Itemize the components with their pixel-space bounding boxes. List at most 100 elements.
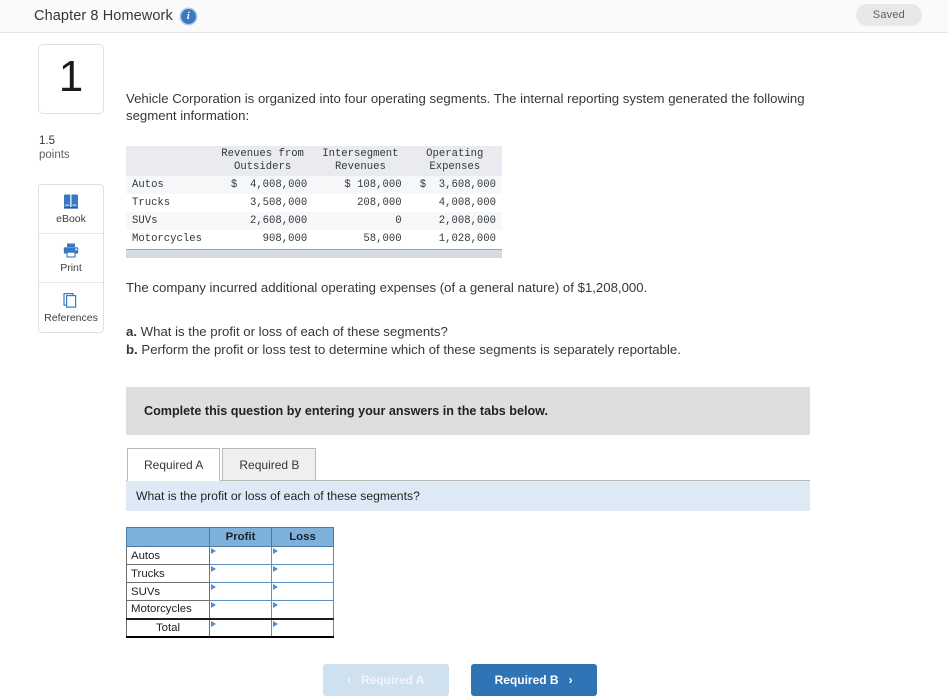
prev-button-label: Required A: [361, 672, 425, 687]
references-label: References: [44, 311, 98, 324]
answer-row-total: Total: [126, 617, 334, 638]
printer-icon: [62, 242, 80, 259]
page-title: Chapter 8 Homework: [34, 8, 173, 24]
references-button[interactable]: References: [39, 283, 103, 332]
main-content: Vehicle Corporation is organized into fo…: [126, 44, 926, 696]
requirement-b-letter: b.: [126, 342, 138, 357]
cell-revenues-outsiders: $ 4,008,000: [230, 179, 308, 191]
points-value: 1.5: [39, 135, 55, 147]
answer-column-header-blank: [126, 527, 210, 547]
loss-input-autos[interactable]: [271, 546, 334, 565]
column-header-intersegment-revenues: Intersegment Revenues: [313, 146, 408, 176]
question-number-box: 1: [38, 44, 104, 114]
answer-row-label-total: Total: [126, 617, 210, 638]
question-intro: Vehicle Corporation is organized into fo…: [126, 91, 805, 123]
cell-marker-icon: [273, 566, 278, 572]
ebook-button[interactable]: eBook: [39, 185, 103, 234]
profit-input-motorcycles[interactable]: [209, 600, 272, 619]
loss-input-suvs[interactable]: [271, 582, 334, 601]
answer-header-row: Profit Loss: [126, 527, 334, 547]
cell-revenues-outsiders: 3,508,000: [249, 197, 308, 209]
loss-input-trucks[interactable]: [271, 564, 334, 583]
answer-column-header-profit: Profit: [209, 527, 272, 547]
answer-row: Trucks: [126, 564, 334, 583]
references-icon: [62, 292, 80, 309]
cell-operating-expenses: 4,008,000: [438, 197, 496, 209]
points-label: points: [39, 149, 70, 161]
tool-button-group: eBook Print References: [38, 184, 104, 333]
table-row: Motorcycles 908,000 58,000 1,028,000: [126, 230, 502, 248]
prev-required-a-button[interactable]: ‹ Required A: [323, 663, 449, 696]
ebook-icon: [62, 193, 80, 210]
cell-intersegment: $ 108,000: [344, 179, 402, 191]
loss-input-total[interactable]: [271, 617, 334, 638]
answer-column-header-loss: Loss: [271, 527, 334, 547]
horizontal-scrollbar[interactable]: [126, 249, 502, 258]
answer-row: SUVs: [126, 582, 334, 601]
additional-expenses-note: The company incurred additional operatin…: [126, 280, 648, 295]
segment-label: SUVs: [132, 215, 158, 227]
ebook-label: eBook: [56, 213, 86, 225]
answer-row-label: SUVs: [126, 582, 210, 601]
cell-marker-icon: [273, 620, 278, 627]
segment-label: Trucks: [132, 197, 171, 209]
requirement-a: a. What is the profit or loss of each of…: [126, 323, 926, 341]
cell-marker-icon: [211, 602, 216, 608]
next-required-b-button[interactable]: Required B ›: [470, 663, 597, 696]
profit-input-trucks[interactable]: [209, 564, 272, 583]
tab-required-b[interactable]: Required B: [222, 448, 317, 481]
answer-row-label: Motorcycles: [126, 600, 210, 619]
tab-required-a[interactable]: Required A: [127, 448, 221, 481]
top-bar: Chapter 8 Homework i Saved: [0, 0, 948, 33]
cell-marker-icon: [211, 584, 216, 590]
answer-row-label: Trucks: [126, 564, 210, 583]
cell-revenues-outsiders: 908,000: [262, 233, 308, 245]
table-row: Trucks 3,508,000 208,000 4,008,000: [126, 194, 502, 212]
status-badge: Saved: [855, 4, 922, 26]
cell-intersegment: 0: [395, 215, 402, 227]
profit-input-total[interactable]: [209, 617, 272, 638]
left-rail: 1 1.5 points eBook Print References: [38, 44, 104, 333]
table-row: SUVs 2,608,000 0 2,008,000: [126, 212, 502, 230]
answer-row-label: Autos: [126, 546, 210, 565]
answer-table-wrapper: Profit Loss Autos Trucks SUVs Motorcycle…: [126, 527, 926, 638]
instruction-banner: Complete this question by entering your …: [126, 387, 810, 435]
profit-input-suvs[interactable]: [209, 582, 272, 601]
points-display: 1.5 points: [38, 134, 104, 162]
segment-label: Motorcycles: [132, 233, 202, 245]
cell-operating-expenses: $ 3,608,000: [419, 179, 496, 191]
cell-marker-icon: [273, 602, 278, 608]
chevron-left-icon: ‹: [347, 672, 351, 687]
print-button[interactable]: Print: [39, 234, 103, 283]
table-row: Autos $ 4,008,000 $ 108,000 $ 3,608,000: [126, 176, 502, 194]
segment-data-table: Revenues from Outsiders Intersegment Rev…: [126, 146, 502, 248]
requirement-a-letter: a.: [126, 324, 137, 339]
profit-input-autos[interactable]: [209, 546, 272, 565]
cell-intersegment: 208,000: [357, 197, 402, 209]
answer-table: Profit Loss Autos Trucks SUVs Motorcycle…: [126, 527, 334, 638]
next-button-label: Required B: [494, 672, 559, 687]
cell-operating-expenses: 2,008,000: [438, 215, 496, 227]
answer-row: Autos: [126, 546, 334, 565]
column-header-blank: [126, 146, 212, 176]
cell-operating-expenses: 1,028,000: [438, 233, 496, 245]
cell-marker-icon: [211, 566, 216, 572]
tab-bar: Required A Required B: [126, 448, 810, 481]
segment-label: Autos: [132, 179, 164, 191]
print-label: Print: [60, 262, 82, 274]
loss-input-motorcycles[interactable]: [271, 600, 334, 619]
column-header-revenues-outsiders: Revenues from Outsiders: [212, 146, 314, 176]
cell-marker-icon: [211, 548, 216, 554]
tab-navigation: ‹ Required A Required B ›: [126, 663, 926, 696]
info-icon[interactable]: i: [180, 8, 196, 24]
cell-marker-icon: [273, 548, 278, 554]
requirement-b: b. Perform the profit or loss test to de…: [126, 341, 926, 359]
answer-row: Motorcycles: [126, 600, 334, 619]
column-header-operating-expenses: Operating Expenses: [407, 146, 502, 176]
table-header-row: Revenues from Outsiders Intersegment Rev…: [126, 146, 502, 176]
cell-intersegment: 58,000: [363, 233, 402, 245]
segment-data-table-wrapper: Revenues from Outsiders Intersegment Rev…: [126, 146, 502, 258]
chevron-right-icon: ›: [568, 672, 573, 687]
requirement-a-text: What is the profit or loss of each of th…: [140, 324, 448, 339]
requirement-b-text: Perform the profit or loss test to deter…: [141, 342, 681, 357]
